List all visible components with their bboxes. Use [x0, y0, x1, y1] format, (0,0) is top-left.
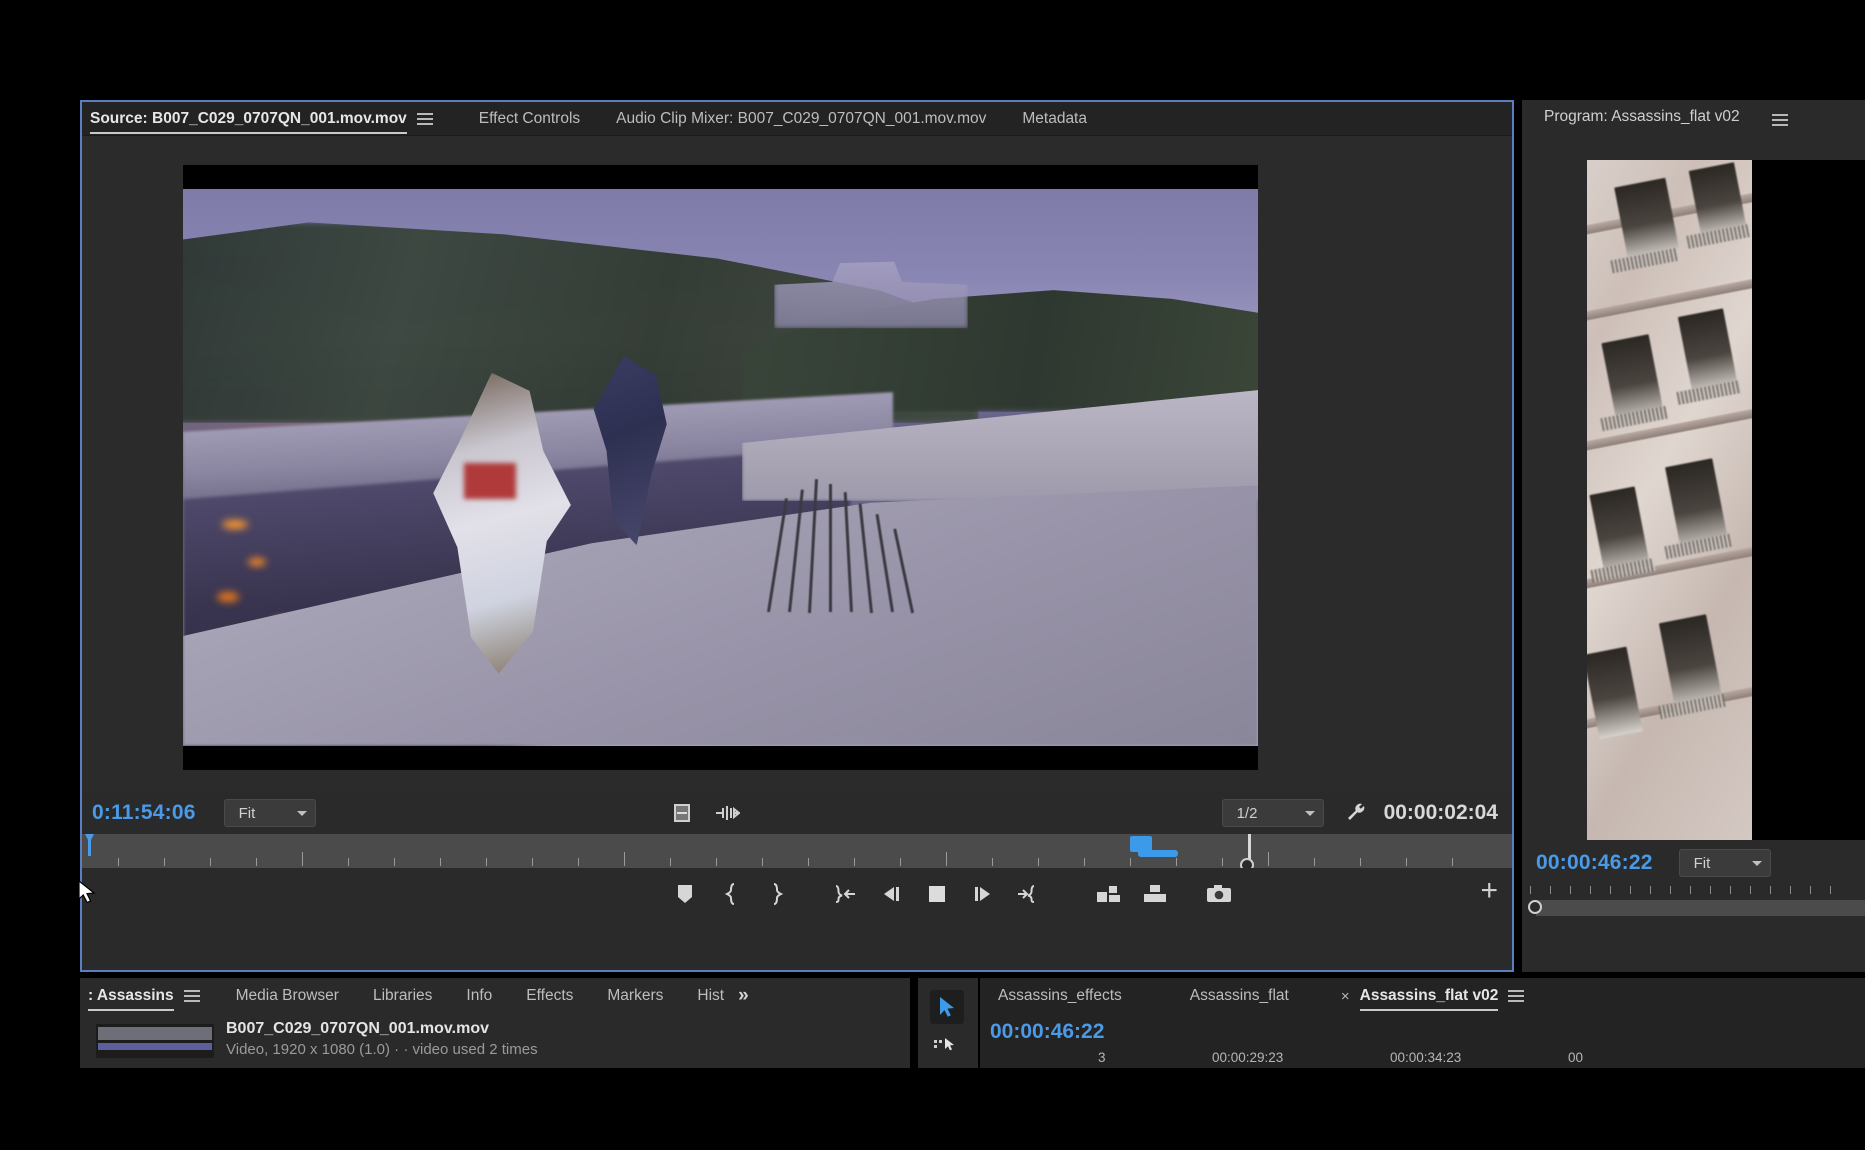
- project-panel: : Assassins Media Browser Libraries Info…: [80, 978, 910, 1068]
- program-frame-image: [1587, 160, 1752, 840]
- source-playhead[interactable]: [88, 834, 91, 856]
- program-video-frame[interactable]: [1587, 160, 1865, 840]
- insert-button[interactable]: [1086, 875, 1132, 913]
- letterbox-bottom: [183, 746, 1258, 770]
- metal-fence: [764, 478, 936, 613]
- program-zoom-handle[interactable]: [1528, 900, 1542, 914]
- step-forward-button[interactable]: [960, 875, 1006, 913]
- chevron-down-icon: [1751, 860, 1762, 866]
- program-monitor-panel: Program: Assassins_flat v02 00:00:46:22 …: [1522, 100, 1865, 972]
- wrench-icon[interactable]: [1344, 801, 1368, 825]
- tab-history[interactable]: Hist: [697, 979, 724, 1013]
- source-frame-image: [183, 189, 1258, 746]
- tab-assassins-effects[interactable]: Assassins_effects: [998, 979, 1122, 1013]
- program-monitor-title: Program: Assassins_flat v02: [1544, 108, 1740, 125]
- ruler-label-3: 00: [1568, 1050, 1584, 1065]
- source-zoom-select[interactable]: Fit: [223, 799, 316, 827]
- timeline-playhead-timecode[interactable]: 00:00:46:22: [990, 1020, 1104, 1044]
- ruler-label-1: 00:00:29:23: [1212, 1050, 1284, 1065]
- program-scrub-ticks: [1522, 886, 1865, 896]
- source-scrub-bar[interactable]: [82, 834, 1512, 872]
- tab-audio-clip-mixer[interactable]: Audio Clip Mixer: B007_C029_0707QN_001.m…: [616, 102, 986, 136]
- premiere-pro-window: Source: B007_C029_0707QN_001.mov.mov Eff…: [0, 0, 1865, 1150]
- mouse-cursor: [78, 879, 100, 913]
- source-transport-controls: +: [82, 868, 1512, 920]
- go-to-out-button[interactable]: [1006, 875, 1052, 913]
- clip-description: Video, 1920 x 1080 (1.0) · · video used …: [226, 1041, 538, 1058]
- timeline-panel: Assassins_effects Assassins_flat × Assas…: [980, 978, 1865, 1068]
- button-editor-button[interactable]: +: [1480, 876, 1498, 906]
- tab-assassins-flat[interactable]: Assassins_flat: [1190, 979, 1289, 1013]
- export-frame-icon[interactable]: [672, 802, 692, 824]
- source-monitor-panel: Source: B007_C029_0707QN_001.mov.mov Eff…: [80, 100, 1514, 972]
- source-monitor-control-bar: 0:11:54:06 Fit 1/2 00:00:02:04: [82, 792, 1512, 834]
- source-video-frame[interactable]: [183, 165, 1258, 770]
- tab-metadata[interactable]: Metadata: [1022, 102, 1087, 136]
- tab-source-clip[interactable]: Source: B007_C029_0707QN_001.mov.mov: [90, 102, 407, 136]
- playback-resolution-select[interactable]: 1/2: [1221, 799, 1324, 827]
- chevron-down-icon: [1304, 810, 1315, 816]
- project-panel-menu-icon[interactable]: [183, 990, 200, 1002]
- mark-out-button[interactable]: [754, 875, 800, 913]
- project-item-row[interactable]: B007_C029_0707QN_001.mov.mov Video, 1920…: [80, 1018, 910, 1066]
- clip-thumbnail: [96, 1024, 214, 1058]
- ruler-label-0: 3: [1098, 1050, 1106, 1065]
- selection-tool[interactable]: [930, 990, 964, 1024]
- program-panel-menu-icon[interactable]: [1772, 114, 1788, 126]
- clip-name: B007_C029_0707QN_001.mov.mov: [226, 1020, 489, 1037]
- red-sash: [464, 463, 516, 500]
- chevron-double-right-icon[interactable]: »: [738, 985, 749, 1007]
- chevron-down-icon: [296, 810, 307, 816]
- tab-assassins-flat-v02[interactable]: Assassins_flat v02: [1359, 979, 1498, 1013]
- program-zoom-select[interactable]: Fit: [1678, 849, 1771, 877]
- track-select-forward-tool[interactable]: [930, 1030, 964, 1060]
- letterbox-top: [183, 165, 1258, 189]
- tab-libraries[interactable]: Libraries: [373, 979, 432, 1013]
- tab-effect-controls[interactable]: Effect Controls: [479, 102, 580, 136]
- tab-info[interactable]: Info: [466, 979, 492, 1013]
- program-current-timecode[interactable]: 00:00:46:22: [1536, 851, 1653, 875]
- source-panel-menu-icon[interactable]: [416, 112, 433, 125]
- timeline-tabbar: Assassins_effects Assassins_flat × Assas…: [980, 978, 1865, 1014]
- mark-in-button[interactable]: [708, 875, 754, 913]
- source-monitor-tabbar: Source: B007_C029_0707QN_001.mov.mov Eff…: [82, 102, 1512, 136]
- close-x-icon[interactable]: ×: [1341, 988, 1350, 1005]
- add-marker-button[interactable]: [662, 875, 708, 913]
- ruler-label-2: 00:00:34:23: [1390, 1050, 1462, 1065]
- source-current-timecode[interactable]: 0:11:54:06: [92, 801, 196, 825]
- playback-resolution-value: 1/2: [1236, 804, 1258, 822]
- overwrite-button[interactable]: [1132, 875, 1178, 913]
- source-in-out-marker[interactable]: [1130, 836, 1178, 857]
- project-panel-tabbar: : Assassins Media Browser Libraries Info…: [80, 978, 910, 1014]
- timeline-panel-menu-icon[interactable]: [1508, 990, 1525, 1002]
- tools-panel: [918, 978, 978, 1068]
- program-monitor-control-bar: 00:00:46:22 Fit: [1522, 842, 1865, 884]
- program-zoom-value: Fit: [1693, 854, 1711, 872]
- program-zoom-scrollbar[interactable]: [1536, 900, 1865, 916]
- camera-icon[interactable]: [1196, 875, 1242, 913]
- program-frame-letterbox: [1752, 160, 1865, 840]
- tab-effects[interactable]: Effects: [526, 979, 573, 1013]
- source-zoom-value: Fit: [238, 804, 256, 822]
- source-video-area[interactable]: [82, 136, 1512, 792]
- scrub-ticks: [82, 852, 1512, 866]
- program-scrub-bar[interactable]: [1522, 884, 1865, 922]
- step-back-button[interactable]: [868, 875, 914, 913]
- source-duration-timecode[interactable]: 00:00:02:04: [1384, 801, 1498, 825]
- timeline-ruler[interactable]: 3 00:00:29:23 00:00:34:23 00: [980, 1050, 1865, 1068]
- tab-markers[interactable]: Markers: [607, 979, 663, 1013]
- distant-building: [774, 261, 968, 329]
- drag-video-only-icon[interactable]: [714, 805, 741, 821]
- go-to-in-button[interactable]: [822, 875, 868, 913]
- play-stop-button[interactable]: [914, 875, 960, 913]
- tab-media-browser[interactable]: Media Browser: [236, 979, 339, 1013]
- tab-project-assassins[interactable]: : Assassins: [88, 979, 174, 1013]
